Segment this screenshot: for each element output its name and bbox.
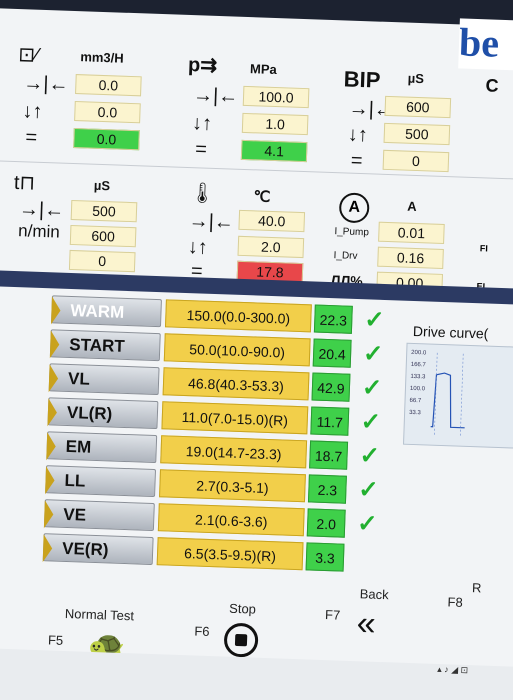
temp-upper-value: 40.0 xyxy=(238,209,306,233)
tray-icons: ▴ ♪ ◢ ⊡ xyxy=(437,664,469,676)
normal-test-label: Normal Test xyxy=(64,605,135,624)
monitor-screen: be ⊡∕ mm3/H →|← 0.0 ↓↑ 0.0 = 0.0 p⇉ MPa … xyxy=(0,0,513,700)
flow-measured-value: 0.0 xyxy=(73,127,140,151)
bip-measured-value: 0 xyxy=(382,149,450,173)
temperature-unit: ℃ xyxy=(253,188,271,206)
measured-value-cell: 11.7 xyxy=(310,406,350,436)
stop-icon xyxy=(234,633,248,647)
flow-icon: ⊡∕ xyxy=(17,44,39,67)
taskbar: ▴ ♪ ◢ ⊡ xyxy=(0,647,513,700)
f5-key-label: F5 xyxy=(47,632,64,648)
bip-lower-value: 500 xyxy=(383,122,451,146)
measured-value-cell: 3.3 xyxy=(305,542,345,572)
c-label: C xyxy=(485,75,499,96)
target-range-cell: 50.0(10.0-90.0) xyxy=(163,333,311,367)
lower-limit-icon: ↓↑ xyxy=(191,112,213,135)
equals-icon: = xyxy=(25,126,38,149)
bip-unit: µS xyxy=(407,70,425,87)
upper-limit-icon: →|← xyxy=(192,84,239,108)
measured-value-cell: 42.9 xyxy=(311,372,351,402)
pass-check-icon: ✓ xyxy=(363,306,385,334)
time-measured-value: 0 xyxy=(68,249,136,273)
test-step-warm[interactable]: WARM xyxy=(51,295,162,328)
equals-icon: = xyxy=(350,149,363,173)
pass-check-icon: ✓ xyxy=(359,442,381,470)
pass-check-icon: ✓ xyxy=(356,510,378,538)
upper-limit-icon: →|← xyxy=(18,198,65,222)
test-step-em[interactable]: EM xyxy=(46,431,158,464)
pass-check-icon: ✓ xyxy=(361,374,383,402)
target-range-cell: 150.0(0.0-300.0) xyxy=(164,299,312,333)
pressure-upper-value: 100.0 xyxy=(242,85,310,109)
flow-lower-value: 0.0 xyxy=(74,101,141,124)
time-unit: µS xyxy=(93,177,111,194)
lower-limit-icon: ↓↑ xyxy=(187,236,209,259)
target-range-cell: 19.0(14.7-23.3) xyxy=(160,435,308,469)
per-minute-label: n/min xyxy=(17,221,61,242)
pressure-icon: p⇉ xyxy=(187,53,218,77)
drive-curve-line xyxy=(430,352,465,436)
target-range-cell: 11.0(7.0-15.0)(R) xyxy=(161,401,309,435)
test-step-ve-r[interactable]: VE(R) xyxy=(42,533,154,566)
upper-limit-icon: →|← xyxy=(23,72,69,96)
drive-current-label: I_Drv xyxy=(333,250,358,262)
pass-check-icon: ✓ xyxy=(360,408,382,436)
target-range-cell: 2.7(0.3-5.1) xyxy=(159,469,306,503)
measured-value-cell: 2.0 xyxy=(306,508,346,538)
flow-upper-value: 0.0 xyxy=(75,74,142,97)
current-unit: A xyxy=(407,198,417,215)
pump-current-label: I_Pump xyxy=(334,226,370,239)
brand-logo: be xyxy=(458,18,513,72)
measured-value-cell: 20.4 xyxy=(312,338,352,368)
pressure-unit: MPa xyxy=(249,61,278,78)
test-step-start[interactable]: START xyxy=(49,329,161,362)
stop-button[interactable] xyxy=(223,622,259,658)
test-step-vl[interactable]: VL xyxy=(48,363,160,396)
pass-check-icon: ✓ xyxy=(362,340,384,368)
target-range-cell: 46.8(40.3-53.3) xyxy=(162,367,310,401)
flow-unit: mm3/H xyxy=(80,49,124,66)
pass-check-icon: ✓ xyxy=(357,476,379,504)
thermometer-icon: 🌡 xyxy=(189,182,216,205)
r-label: R xyxy=(471,580,482,596)
pump-current-value: 0.01 xyxy=(378,221,445,244)
test-bench-panel: be ⊡∕ mm3/H →|← 0.0 ↓↑ 0.0 = 0.0 p⇉ MPa … xyxy=(0,8,513,700)
bip-upper-value: 600 xyxy=(384,95,452,119)
test-step-ll[interactable]: LL xyxy=(45,465,157,498)
test-step-vl-r[interactable]: VL(R) xyxy=(47,397,159,430)
drive-current-value: 0.16 xyxy=(377,246,444,269)
waveform-time-icon: t⊓ xyxy=(13,171,36,195)
f6-key-label: F6 xyxy=(194,623,210,640)
back-label: Back xyxy=(359,586,389,603)
temp-lower-value: 2.0 xyxy=(237,235,305,259)
bip-label: BIP xyxy=(343,66,381,93)
ammeter-icon: A xyxy=(338,192,370,224)
pressure-lower-value: 1.0 xyxy=(241,112,309,136)
f7-key-label: F7 xyxy=(324,607,341,623)
f8-key-label: F8 xyxy=(447,594,463,610)
fi-label: FI xyxy=(479,243,489,254)
lower-limit-icon: ↓↑ xyxy=(22,100,43,123)
upper-limit-icon: →|← xyxy=(188,210,235,234)
time-upper-value: 500 xyxy=(70,199,138,223)
back-icon[interactable]: « xyxy=(356,604,376,643)
time-lower-value: 600 xyxy=(69,224,137,248)
drive-curve-plot: 200.0 166.7 133.3 100.0 66.7 33.3 xyxy=(403,342,513,449)
measured-value-cell: 22.3 xyxy=(313,304,353,334)
target-range-cell: 2.1(0.6-3.6) xyxy=(157,503,305,537)
equals-icon: = xyxy=(194,138,208,161)
measured-value-cell: 2.3 xyxy=(307,474,347,504)
target-range-cell: 6.5(3.5-9.5)(R) xyxy=(156,537,304,571)
measured-value-cell: 18.7 xyxy=(309,440,349,470)
drive-curve-title: Drive curve( xyxy=(412,322,489,342)
stop-label: Stop xyxy=(228,600,257,617)
pressure-measured-value: 4.1 xyxy=(240,139,308,163)
test-step-ve[interactable]: VE xyxy=(43,499,155,532)
lower-limit-icon: ↓↑ xyxy=(347,123,369,147)
